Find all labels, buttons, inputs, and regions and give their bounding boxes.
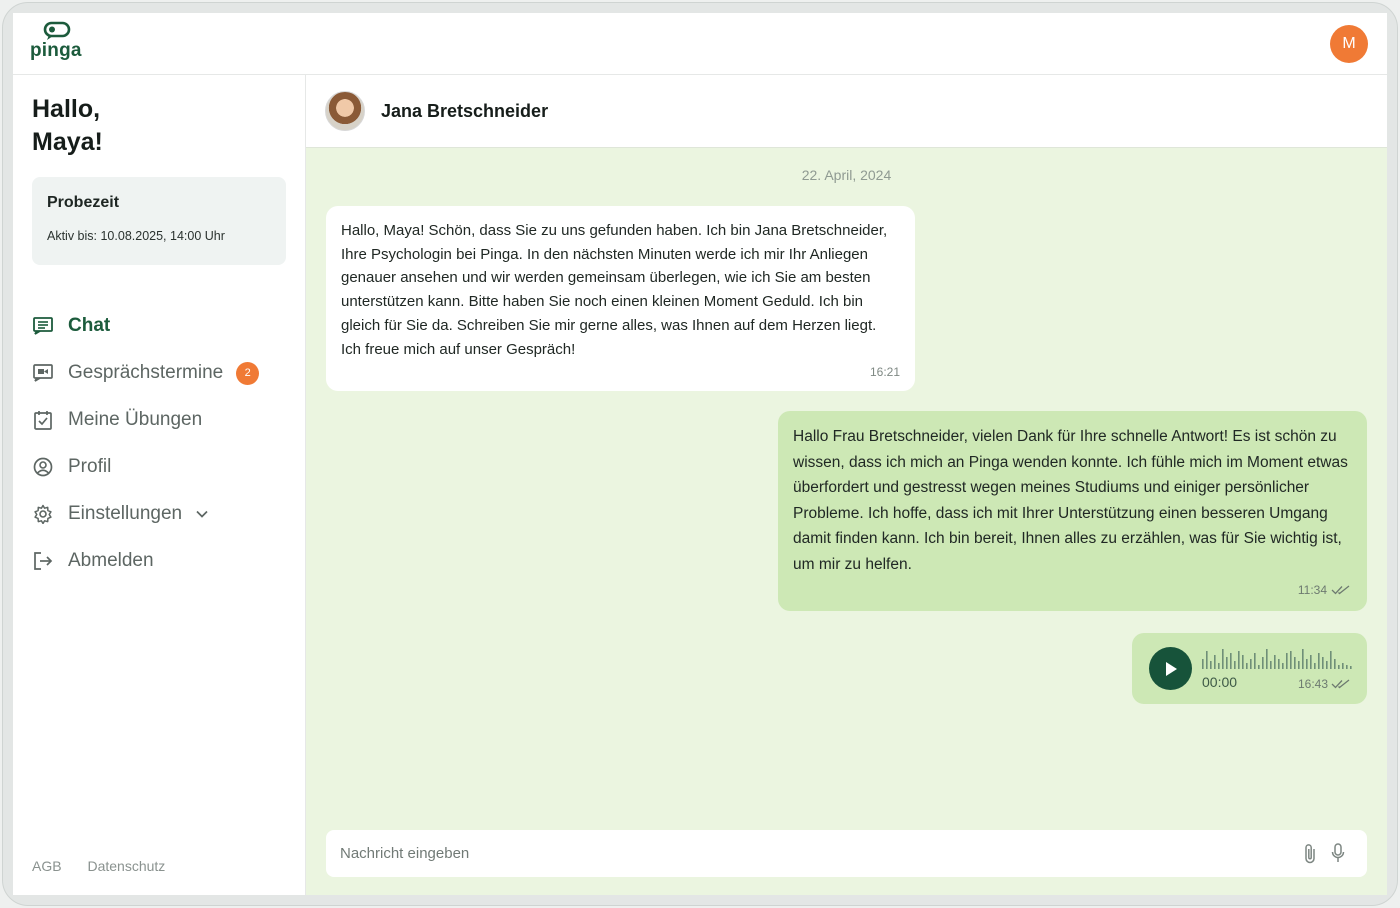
trial-title: Probezeit [47, 194, 120, 211]
waveform-bar [1286, 653, 1288, 669]
chat-header: Jana Bretschneider [306, 75, 1387, 148]
message-time: 16:21 [869, 365, 900, 379]
voice-duration: 00:00 [1202, 674, 1238, 690]
message-time: 16:43 [1297, 677, 1328, 691]
waveform-bar [1330, 651, 1332, 669]
waveform-bar [1258, 665, 1260, 669]
message-input[interactable] [340, 830, 1270, 877]
waveform-bar [1274, 655, 1276, 669]
message-time: 11:34 [1297, 583, 1327, 597]
waveform-bar [1270, 661, 1272, 669]
top-bar: pinga M [13, 13, 1387, 75]
waveform-bar [1282, 663, 1284, 669]
waveform-bar [1306, 659, 1308, 669]
sidebar-item-appointments[interactable]: Gesprächstermine 2 [32, 358, 292, 388]
logo-bubble-icon [43, 21, 71, 40]
message-composer [326, 830, 1367, 877]
play-button[interactable] [1149, 647, 1192, 690]
waveform-bar [1302, 649, 1304, 669]
privacy-link[interactable]: Datenschutz [87, 858, 165, 874]
double-check-icon [1331, 585, 1350, 595]
waveform-bar [1326, 661, 1328, 669]
waveform-bar [1222, 649, 1224, 669]
sidebar-item-exercises[interactable]: Meine Übungen [32, 405, 292, 435]
waveform-bar [1210, 661, 1212, 669]
greeting-heading: Hallo, Maya! [32, 95, 103, 156]
sidebar-item-logout[interactable]: Abmelden [32, 546, 292, 576]
waveform-bar [1294, 657, 1296, 669]
logout-icon [32, 550, 54, 572]
voice-waveform[interactable] [1202, 647, 1357, 669]
waveform-bar [1214, 655, 1216, 669]
waveform-bar [1218, 663, 1220, 669]
waveform-bar [1338, 665, 1340, 669]
sidebar-item-label: Abmelden [68, 550, 154, 571]
waveform-bar [1250, 659, 1252, 669]
sidebar-item-label: Gesprächstermine [68, 362, 224, 383]
logo-text: pinga [30, 40, 82, 61]
waveform-bar [1226, 657, 1228, 669]
microphone-icon[interactable] [1331, 843, 1345, 868]
contact-name[interactable]: Jana Bretschneider [381, 101, 548, 122]
waveform-bar [1238, 651, 1240, 669]
sidebar-item-label: Chat [68, 315, 111, 336]
chat-panel: Jana Bretschneider 22. April, 2024 Hallo… [306, 75, 1387, 895]
waveform-bar [1290, 651, 1292, 669]
chat-icon [32, 315, 54, 337]
message-text: Hallo Frau Bretschneider, vielen Dank fü… [793, 428, 1348, 573]
outgoing-message: Hallo Frau Bretschneider, vielen Dank fü… [778, 411, 1367, 611]
clipboard-check-icon [32, 409, 54, 431]
incoming-message: Hallo, Maya! Schön, dass Sie zu uns gefu… [326, 206, 915, 391]
play-icon [1165, 661, 1177, 676]
waveform-bar [1234, 661, 1236, 669]
waveform-bar [1206, 651, 1208, 669]
sidebar-item-chat[interactable]: Chat [32, 311, 292, 341]
gear-icon [32, 503, 54, 525]
trial-active-until: Aktiv bis: 10.08.2025, 14:00 Uhr [47, 229, 225, 243]
sidebar-item-profile[interactable]: Profil [32, 452, 292, 482]
sidebar-item-label: Einstellungen [68, 503, 183, 524]
trial-status-card: Probezeit Aktiv bis: 10.08.2025, 14:00 U… [32, 177, 286, 265]
waveform-bar [1322, 657, 1324, 669]
waveform-bar [1242, 655, 1244, 669]
date-separator: 22. April, 2024 [801, 167, 892, 183]
waveform-bar [1262, 657, 1264, 669]
waveform-bar [1350, 666, 1352, 669]
message-text: Hallo, Maya! Schön, dass Sie zu uns gefu… [341, 222, 888, 358]
user-circle-icon [32, 456, 54, 478]
waveform-bar [1318, 653, 1320, 669]
waveform-bar [1202, 659, 1204, 669]
waveform-bar [1298, 661, 1300, 669]
waveform-bar [1230, 653, 1232, 669]
contact-avatar[interactable] [325, 91, 365, 131]
message-meta: 11:34 [1298, 583, 1351, 597]
waveform-bar [1346, 665, 1348, 669]
footer-links: AGB Datenschutz [32, 858, 187, 874]
sidebar-item-label: Profil [68, 456, 112, 477]
waveform-bar [1314, 663, 1316, 669]
video-icon [32, 362, 54, 384]
pinga-logo[interactable]: pinga [30, 21, 90, 65]
double-check-icon [1331, 679, 1350, 689]
message-meta: 16:43 [1298, 677, 1351, 691]
waveform-bar [1246, 663, 1248, 669]
agb-link[interactable]: AGB [32, 858, 62, 874]
chevron-down-icon[interactable] [196, 510, 208, 518]
waveform-bar [1266, 649, 1268, 669]
waveform-bar [1342, 663, 1344, 669]
notification-badge: 2 [236, 361, 260, 385]
sidebar: Hallo, Maya! Probezeit Aktiv bis: 10.08.… [13, 75, 306, 895]
waveform-bar [1254, 653, 1256, 669]
paperclip-icon[interactable] [1303, 843, 1317, 870]
user-avatar[interactable]: M [1330, 25, 1368, 63]
waveform-bar [1310, 655, 1312, 669]
waveform-bar [1334, 659, 1336, 669]
app-screen: pinga M Hallo, Maya! Probezeit Aktiv bis… [13, 13, 1387, 895]
waveform-bar [1278, 659, 1280, 669]
sidebar-item-settings[interactable]: Einstellungen [32, 499, 292, 529]
sidebar-item-label: Meine Übungen [68, 409, 203, 430]
voice-message: 00:00 16:43 [1132, 633, 1367, 704]
